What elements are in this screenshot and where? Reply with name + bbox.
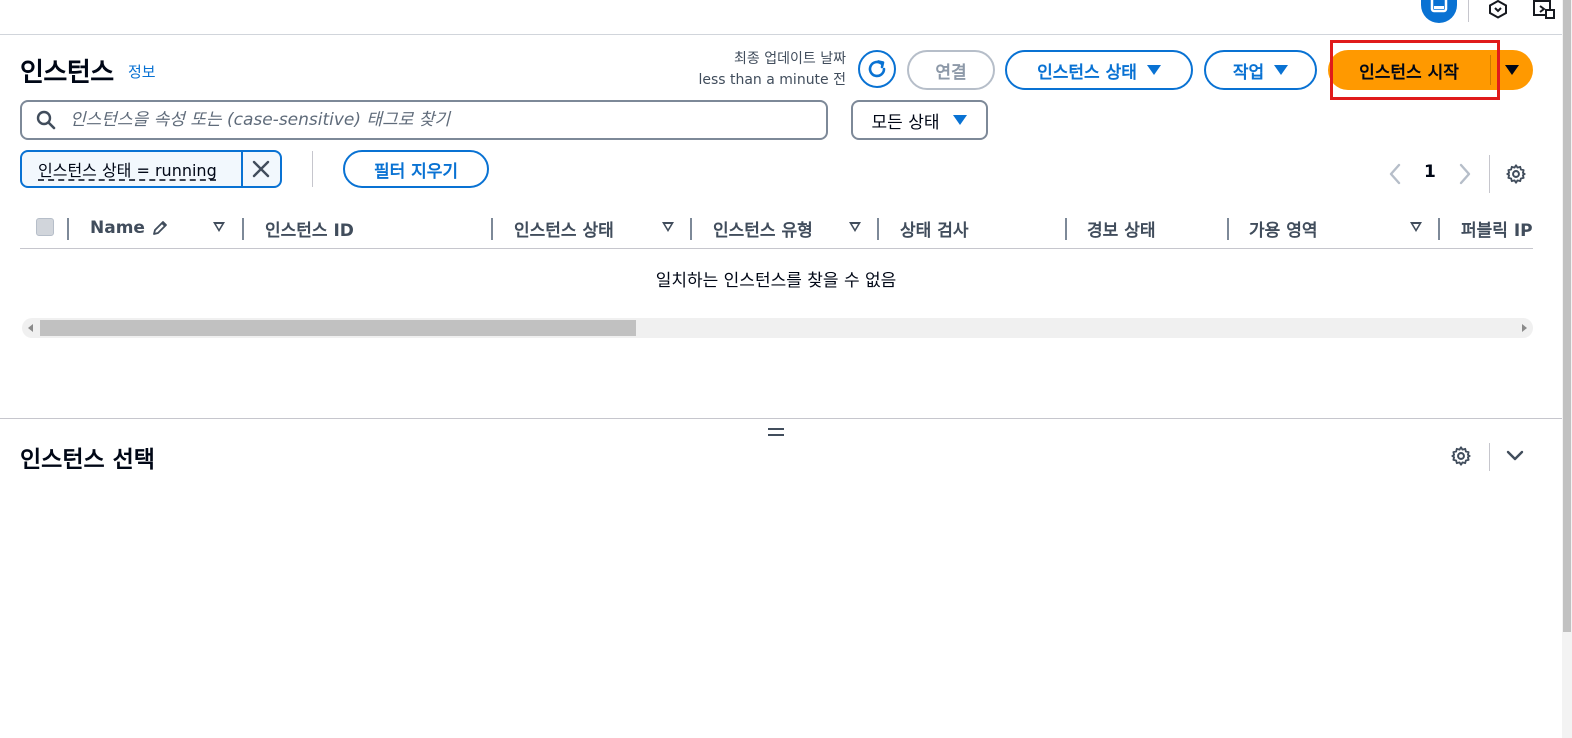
- search-input[interactable]: [68, 109, 812, 131]
- collapse-panel-button[interactable]: [1505, 447, 1525, 469]
- caret-down-icon: [1274, 65, 1289, 75]
- column-header-instance-state[interactable]: 인스턴스 상태: [514, 208, 614, 248]
- highlight-box: [1330, 40, 1500, 100]
- column-header-label: 경보 상태: [1087, 220, 1156, 241]
- gear-icon: [1506, 164, 1526, 184]
- instance-state-label: 인스턴스 상태: [1037, 62, 1137, 83]
- column-divider: [1227, 218, 1229, 240]
- column-header-name[interactable]: Name: [90, 208, 169, 248]
- column-header-availability-zone[interactable]: 가용 영역: [1249, 208, 1317, 248]
- empty-table-message: 일치하는 인스턴스를 찾을 수 없음: [655, 271, 897, 291]
- chevron-right-icon: [1459, 163, 1471, 185]
- top-divider: [1468, 0, 1469, 22]
- column-header-label: 인스턴스 ID: [265, 220, 354, 241]
- chevron-down-icon: [1506, 450, 1524, 461]
- table-settings-button[interactable]: [1505, 163, 1527, 189]
- split-panel-header-divider: [1489, 443, 1490, 471]
- table-header: Name 인스턴스 ID 인스턴스 상태 인스턴스 유형 상태 검사 경보 상태…: [20, 208, 1533, 249]
- sort-icon[interactable]: [213, 222, 225, 232]
- refresh-icon: [868, 60, 886, 78]
- filter-token-label[interactable]: 인스턴스 상태 = running: [22, 157, 241, 181]
- clear-filters-label: 필터 지우기: [373, 161, 459, 182]
- table-horizontal-scrollbar[interactable]: [22, 318, 1533, 338]
- connect-button[interactable]: 연결: [907, 50, 995, 90]
- caret-down-icon: [953, 115, 968, 125]
- column-header-label: Name: [90, 218, 145, 238]
- search-box[interactable]: [20, 100, 828, 140]
- select-all-checkbox[interactable]: [36, 218, 54, 236]
- actions-button[interactable]: 작업: [1204, 50, 1317, 90]
- next-page-button[interactable]: [1458, 163, 1472, 189]
- page-title: 인스턴스: [20, 58, 114, 88]
- top-toolbar-strip: [0, 0, 1572, 35]
- window-mode-icon[interactable]: [1421, 0, 1457, 23]
- column-header-label: 인스턴스 유형: [713, 220, 813, 241]
- state-select-value: 모든 상태: [871, 112, 940, 133]
- column-divider: [1065, 218, 1067, 240]
- cloudshell-icon[interactable]: [1487, 0, 1509, 20]
- column-header-instance-id[interactable]: 인스턴스 ID: [265, 208, 354, 248]
- column-header-instance-type[interactable]: 인스턴스 유형: [713, 208, 813, 248]
- column-header-label: 가용 영역: [1249, 220, 1318, 241]
- refresh-button[interactable]: [858, 50, 896, 88]
- scrollbar-thumb[interactable]: [40, 320, 636, 336]
- filter-token: 인스턴스 상태 = running: [20, 150, 282, 188]
- column-header-public-ip[interactable]: 퍼블릭 IP: [1461, 208, 1533, 248]
- pager-divider: [1489, 155, 1490, 193]
- screen-share-icon[interactable]: [1532, 0, 1556, 20]
- instance-state-button[interactable]: 인스턴스 상태: [1005, 50, 1193, 90]
- sort-icon[interactable]: [662, 222, 674, 232]
- column-header-label: 상태 검사: [900, 220, 969, 241]
- scroll-left-icon[interactable]: [28, 324, 33, 332]
- info-link[interactable]: 정보: [128, 61, 156, 82]
- gear-icon: [1451, 446, 1471, 466]
- caret-down-icon: [1146, 65, 1161, 75]
- last-updated-value: less than a minute 전: [698, 72, 846, 88]
- clear-filters-button[interactable]: 필터 지우기: [343, 150, 489, 188]
- column-divider: [690, 218, 692, 240]
- sort-icon[interactable]: [849, 222, 861, 232]
- column-header-label: 퍼블릭 IP: [1461, 220, 1533, 241]
- scrollbar-thumb[interactable]: [1563, 0, 1571, 632]
- close-icon: [253, 160, 270, 178]
- actions-label: 작업: [1232, 62, 1265, 83]
- column-header-status-check[interactable]: 상태 검사: [900, 208, 968, 248]
- current-page[interactable]: 1: [1424, 162, 1436, 182]
- column-header-label: 인스턴스 상태: [514, 220, 614, 241]
- launch-dropdown-icon[interactable]: [1505, 65, 1519, 75]
- split-panel-settings-button[interactable]: [1450, 445, 1472, 471]
- split-panel-resize-handle[interactable]: [768, 428, 784, 440]
- column-divider: [877, 218, 879, 240]
- chevron-left-icon: [1389, 163, 1401, 185]
- column-header-alarm-status[interactable]: 경보 상태: [1087, 208, 1155, 248]
- last-updated-label: 최종 업데이트 날짜: [734, 51, 846, 67]
- scroll-right-icon[interactable]: [1522, 324, 1527, 332]
- split-panel-divider: [0, 418, 1562, 419]
- pencil-icon: [153, 221, 167, 235]
- page-vertical-scrollbar[interactable]: [1562, 0, 1572, 738]
- split-panel-title: 인스턴스 선택: [20, 447, 155, 473]
- state-select[interactable]: 모든 상태: [851, 100, 988, 140]
- search-icon: [36, 110, 56, 130]
- column-divider: [67, 218, 69, 240]
- filter-divider: [312, 151, 313, 187]
- column-divider: [491, 218, 493, 240]
- last-updated: 최종 업데이트 날짜 less than a minute 전: [698, 49, 846, 91]
- remove-filter-button[interactable]: [240, 152, 280, 186]
- column-divider: [1438, 218, 1440, 240]
- previous-page-button[interactable]: [1388, 163, 1402, 189]
- column-divider: [242, 218, 244, 240]
- connect-label: 연결: [935, 62, 967, 83]
- sort-icon[interactable]: [1410, 222, 1422, 232]
